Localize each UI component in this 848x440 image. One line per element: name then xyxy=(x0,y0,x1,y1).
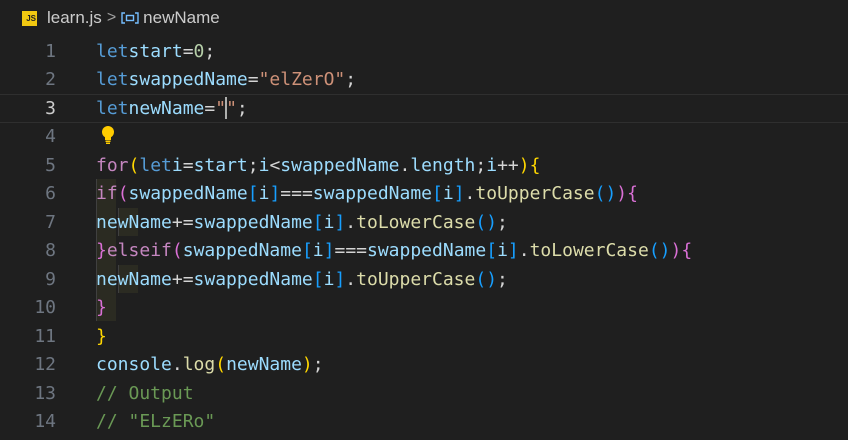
code-text: console. log(newName); xyxy=(96,354,324,376)
breadcrumb-separator: > xyxy=(106,9,117,26)
line-number: 14 xyxy=(34,411,56,433)
code-line[interactable]: 11 } xyxy=(0,322,848,351)
code-text: // Output xyxy=(96,382,194,404)
code-line[interactable]: 5 for (let i = start; i < swappedName. le… xyxy=(0,151,848,180)
line-number: 11 xyxy=(34,325,56,347)
breadcrumb: JS learn.js > newName xyxy=(0,0,848,36)
js-file-icon: JS xyxy=(22,10,37,26)
code-text: // "ELzERo" xyxy=(96,411,216,433)
line-number: 7 xyxy=(45,211,56,233)
code-line[interactable]: 6 if (swappedName[i] === swappedName[i].… xyxy=(0,180,848,209)
line-number: 8 xyxy=(45,240,56,262)
code-text: } xyxy=(96,297,107,319)
code-editor[interactable]: 1 let start = 0; 2 let swappedName = "el… xyxy=(0,36,848,440)
line-number: 10 xyxy=(34,297,56,319)
code-text: let swappedName = "elZerO"; xyxy=(96,69,357,91)
code-line[interactable]: 8 } else if (swappedName[i] === swappedN… xyxy=(0,237,848,266)
code-line[interactable]: 10 } xyxy=(0,294,848,323)
line-number: 13 xyxy=(34,382,56,404)
code-line[interactable]: 2 let swappedName = "elZerO"; xyxy=(0,66,848,95)
code-line[interactable]: 4 xyxy=(0,123,848,152)
code-text: } else if (swappedName[i] === swappedNam… xyxy=(96,240,693,262)
breadcrumb-symbol-name[interactable]: newName xyxy=(143,8,220,28)
code-text: if (swappedName[i] === swappedName[i]. to… xyxy=(96,183,638,205)
line-number: 6 xyxy=(45,183,56,205)
code-text: newName += swappedName[i]. toUpperCase(); xyxy=(96,268,508,290)
code-text: let start = 0; xyxy=(96,40,216,62)
code-text: } xyxy=(96,325,107,347)
line-number: 1 xyxy=(45,40,56,62)
line-number: 12 xyxy=(34,354,56,376)
line-number: 5 xyxy=(45,154,56,176)
line-number: 9 xyxy=(45,268,56,290)
code-line[interactable]: 1 let start = 0; xyxy=(0,37,848,66)
variable-icon xyxy=(121,12,139,24)
line-number: 3 xyxy=(45,97,56,119)
code-line[interactable]: 13 // Output xyxy=(0,379,848,408)
code-line[interactable]: 14 // "ELzERo" xyxy=(0,408,848,437)
breadcrumb-file-name[interactable]: learn.js xyxy=(47,8,102,28)
code-text: for (let i = start; i < swappedName. leng… xyxy=(96,154,541,176)
code-line[interactable]: 9 newName += swappedName[i]. toUpperCase(… xyxy=(0,265,848,294)
code-text: newName += swappedName[i]. toLowerCase(); xyxy=(96,211,508,233)
code-line[interactable]: 12 console. log(newName); xyxy=(0,351,848,380)
code-line[interactable]: 7 newName += swappedName[i]. toLowerCase(… xyxy=(0,208,848,237)
line-number: 4 xyxy=(45,126,56,148)
code-text: let newName = " "; xyxy=(96,97,248,120)
code-line-current[interactable]: 3 let newName = " "; xyxy=(0,94,848,123)
lightbulb-icon[interactable] xyxy=(100,125,116,145)
line-number: 2 xyxy=(45,69,56,91)
